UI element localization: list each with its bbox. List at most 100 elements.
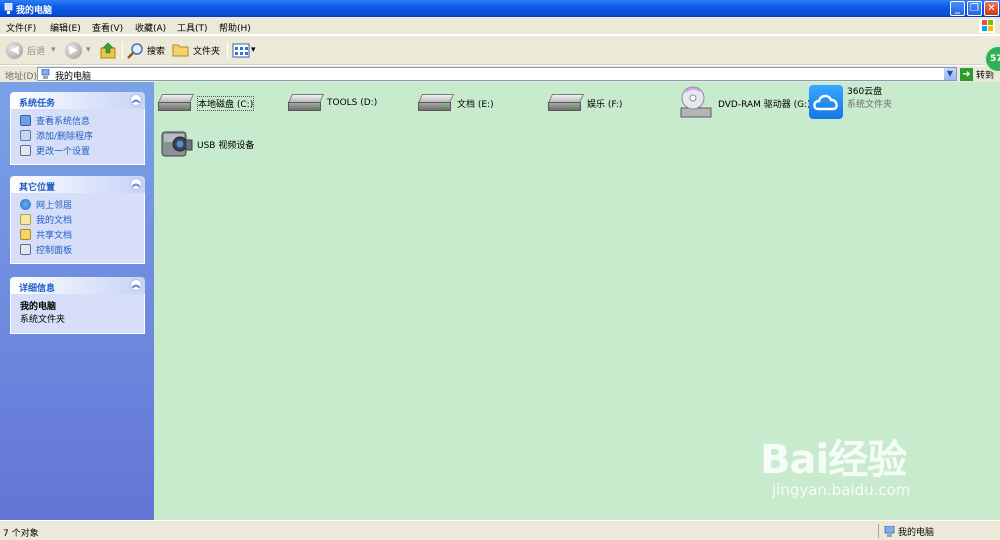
address-dropdown-button[interactable]: ▼ (944, 68, 956, 80)
hard-drive-icon (417, 94, 455, 112)
title-bar[interactable]: 我的电脑 _ ❐ ✕ (0, 0, 1000, 17)
cloud-drive-item[interactable]: 360云盘 系统文件夹 (809, 85, 892, 119)
menu-favorites[interactable]: 收藏(A) (135, 21, 166, 34)
forward-button[interactable]: ▶ ▾ (65, 41, 91, 59)
usb-video-item[interactable]: USB 视频设备 (158, 128, 254, 160)
details-name: 我的电脑 (20, 302, 57, 312)
drive-item-e[interactable]: 文档 (E:) (417, 94, 494, 112)
hard-drive-icon (547, 94, 585, 112)
status-location: 我的电脑 (884, 525, 934, 538)
control-panel-icon (20, 145, 31, 156)
details-panel: 详细信息 ︽ 我的电脑 系统文件夹 (10, 277, 145, 334)
search-button[interactable]: 搜索 (127, 41, 165, 59)
other-places-header[interactable]: 其它位置 ︽ (10, 176, 145, 193)
dvd-drive-icon (680, 86, 712, 118)
link-label: 我的文档 (36, 216, 73, 226)
address-bar: 地址(D) 我的电脑 ▼ ➜ 转到 (0, 66, 1000, 82)
collapse-chevron-icon[interactable]: ︽ (130, 279, 142, 291)
link-network-places[interactable]: 网上邻居 (20, 197, 144, 212)
restore-button[interactable]: ❐ (967, 1, 982, 16)
window-title: 我的电脑 (16, 6, 53, 16)
file-view[interactable]: 本地磁盘 (C:) TOOLS (D:) 文档 (E:) 娱乐 (F:) DVD… (154, 82, 1000, 520)
search-icon (127, 42, 143, 59)
system-info-icon (20, 115, 31, 126)
menu-edit[interactable]: 编辑(E) (50, 21, 81, 34)
link-label: 添加/删除程序 (36, 132, 94, 142)
camera-icon (161, 131, 193, 157)
item-label: 娱乐 (F:) (587, 99, 623, 110)
chevron-down-icon: ▾ (86, 45, 91, 55)
link-my-documents[interactable]: 我的文档 (20, 212, 144, 227)
drive-item-g[interactable]: DVD-RAM 驱动器 (G:) (678, 86, 811, 120)
details-type: 系统文件夹 (20, 315, 66, 325)
close-button[interactable]: ✕ (984, 1, 999, 16)
system-tasks-panel: 系统任务 ︽ 查看系统信息 添加/删除程序 更改一个设置 (10, 92, 145, 165)
collapse-chevron-icon[interactable]: ︽ (130, 94, 142, 106)
system-tasks-header[interactable]: 系统任务 ︽ (10, 92, 145, 109)
back-button[interactable]: ◀ 后退 ▾ (6, 41, 56, 59)
status-location-label: 我的电脑 (898, 528, 935, 538)
shared-folder-icon (20, 229, 31, 240)
item-label: TOOLS (D:) (327, 98, 378, 108)
control-panel-icon (20, 244, 31, 255)
item-label: 本地磁盘 (C:) (197, 95, 255, 111)
other-places-title: 其它位置 (19, 183, 56, 193)
watermark-url: jingyan.baidu.com (772, 481, 911, 499)
forward-arrow-icon: ▶ (65, 41, 82, 59)
minimize-button[interactable]: _ (950, 1, 965, 16)
watermark-logo: Bai经验 (760, 437, 907, 483)
chevron-down-icon: ▾ (251, 45, 256, 55)
hard-drive-icon (287, 94, 325, 112)
back-arrow-icon: ◀ (6, 41, 23, 59)
folder-icon (172, 44, 189, 57)
baidu-watermark: Bai经验 jingyan.baidu.com (760, 427, 910, 499)
folders-button[interactable]: 文件夹 (172, 41, 220, 59)
object-count: 7 个对象 (3, 529, 39, 539)
system-tasks-title: 系统任务 (19, 99, 56, 109)
folders-label: 文件夹 (193, 46, 221, 57)
link-add-remove-programs[interactable]: 添加/删除程序 (20, 128, 144, 143)
address-label: 地址(D) (5, 72, 37, 82)
menu-tools[interactable]: 工具(T) (177, 21, 208, 34)
go-arrow-icon: ➜ (960, 67, 973, 81)
menu-view[interactable]: 查看(V) (92, 21, 123, 34)
menu-file[interactable]: 文件(F) (6, 21, 36, 34)
menu-help[interactable]: 帮助(H) (219, 21, 251, 34)
link-label: 更改一个设置 (36, 147, 91, 157)
computer-icon (884, 525, 895, 537)
details-header[interactable]: 详细信息 ︽ (10, 277, 145, 294)
item-label: DVD-RAM 驱动器 (G:) (718, 99, 811, 110)
address-input[interactable]: 我的电脑 ▼ (37, 67, 957, 82)
up-folder-button[interactable] (100, 41, 117, 59)
link-view-system-info[interactable]: 查看系统信息 (20, 113, 144, 128)
drive-item-d[interactable]: TOOLS (D:) (287, 94, 378, 112)
link-label: 网上邻居 (36, 201, 73, 211)
item-label: 文档 (E:) (457, 99, 494, 110)
views-button[interactable]: ▾ (232, 41, 256, 59)
task-pane: 系统任务 ︽ 查看系统信息 添加/删除程序 更改一个设置 其它位置 ︽ 网上邻居… (0, 82, 154, 520)
collapse-chevron-icon[interactable]: ︽ (130, 178, 142, 190)
search-label: 搜索 (147, 46, 166, 57)
back-label: 后退 (27, 46, 46, 57)
link-shared-documents[interactable]: 共享文档 (20, 227, 144, 242)
windows-logo-icon (979, 19, 995, 33)
cloud-icon (809, 85, 843, 119)
drive-item-c[interactable]: 本地磁盘 (C:) (157, 94, 255, 112)
item-label: 360云盘 (847, 87, 883, 97)
computer-icon (4, 3, 13, 14)
up-folder-icon (100, 42, 116, 58)
toolbar: ◀ 后退 ▾ ▶ ▾ 搜索 文件夹 ▾ (0, 36, 1000, 65)
link-control-panel[interactable]: 控制面板 (20, 242, 144, 257)
chevron-down-icon: ▾ (51, 45, 56, 55)
hard-drive-icon (157, 94, 195, 112)
item-sublabel: 系统文件夹 (847, 100, 893, 110)
link-label: 控制面板 (36, 246, 73, 256)
menu-bar: 文件(F) 编辑(E) 查看(V) 收藏(A) 工具(T) 帮助(H) (0, 17, 1000, 35)
link-change-setting[interactable]: 更改一个设置 (20, 143, 144, 158)
computer-icon (41, 69, 50, 79)
details-title: 详细信息 (19, 284, 56, 294)
documents-icon (20, 214, 31, 225)
address-value: 我的电脑 (55, 72, 92, 82)
drive-item-f[interactable]: 娱乐 (F:) (547, 94, 623, 112)
programs-icon (20, 130, 31, 141)
